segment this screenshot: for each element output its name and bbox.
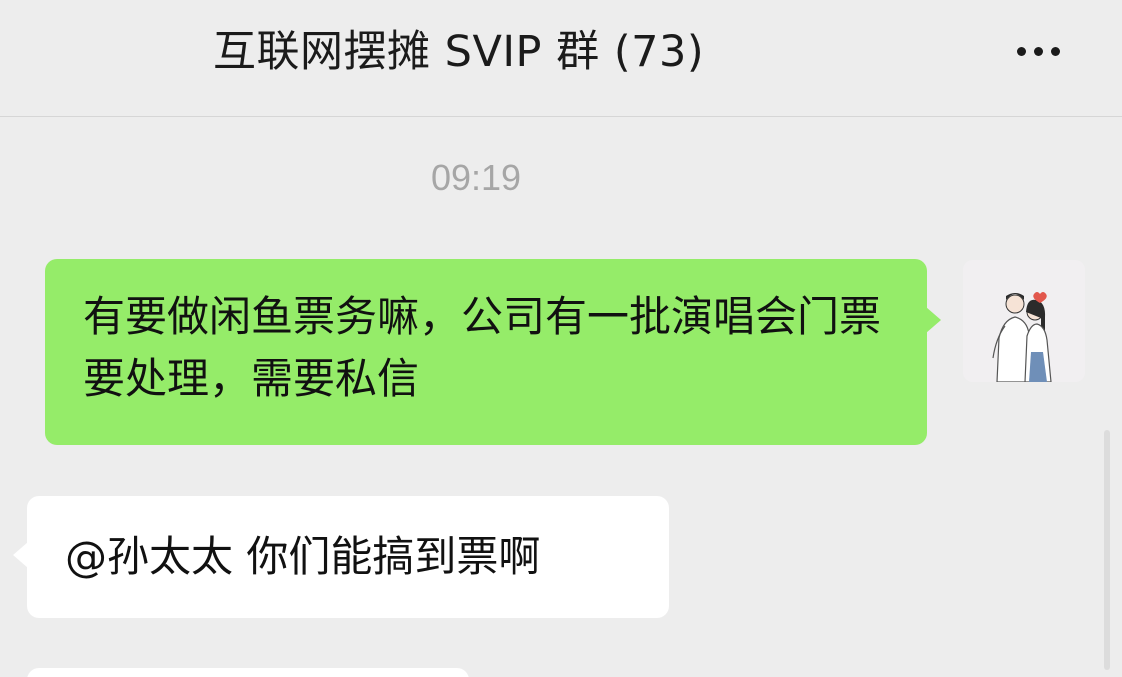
chat-screen: 互联网摆摊 SVIP 群 (73) 09:19 有要做闲鱼票务嘛，公司有一批演唱… — [0, 0, 1122, 677]
message-timestamp: 09:19 — [430, 157, 522, 198]
outgoing-message-bubble[interactable]: 有要做闲鱼票务嘛，公司有一批演唱会门票要处理，需要私信 — [45, 259, 941, 445]
more-dot — [1033, 46, 1043, 56]
group-title: 互联网摆摊 SVIP 群 (73) — [213, 27, 705, 77]
message-text: 有要做闲鱼票务嘛，公司有一批演唱会门票要处理，需要私信 — [83, 292, 882, 403]
more-dot — [1050, 46, 1060, 56]
chat-header: 互联网摆摊 SVIP 群 (73) — [0, 0, 1122, 117]
more-dot — [1016, 46, 1026, 56]
avatar[interactable] — [963, 260, 1085, 382]
couple-illustration-avatar — [963, 260, 1085, 382]
message-text: @孙太太 你们能搞到票啊 — [65, 532, 541, 581]
more-dots-icon[interactable] — [1004, 34, 1072, 68]
incoming-message-bubble-partial[interactable] — [27, 668, 469, 677]
scrollbar[interactable] — [1104, 430, 1110, 670]
incoming-message-bubble[interactable]: @孙太太 你们能搞到票啊 — [13, 496, 669, 618]
